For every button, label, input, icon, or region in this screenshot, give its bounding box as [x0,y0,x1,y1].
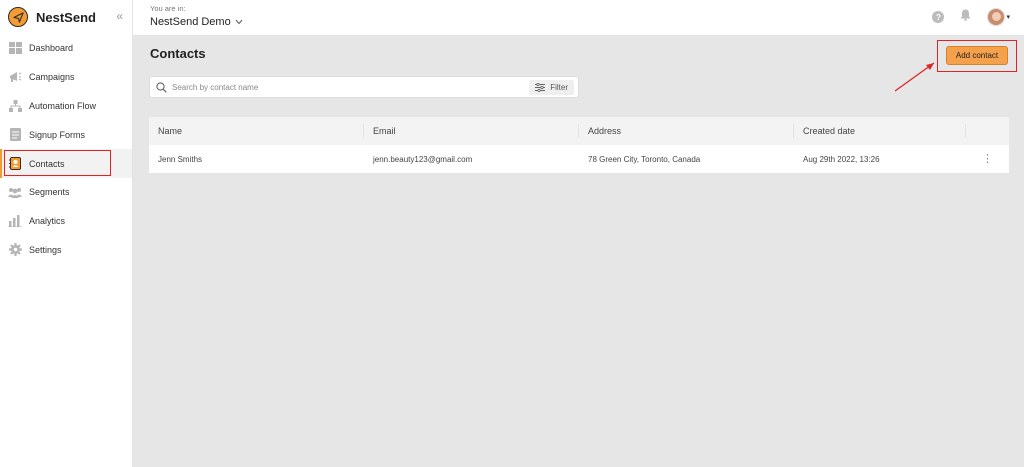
sidebar-item-label: Campaigns [29,72,75,83]
sidebar-item-automation-flow[interactable]: Automation Flow [0,92,132,121]
flow-icon [8,99,22,113]
user-menu[interactable]: ▾ [987,8,1010,26]
bell-icon[interactable] [960,8,971,26]
analytics-icon [8,214,22,228]
workspace-label: You are in: [150,4,186,13]
caret-down-icon: ▾ [1006,14,1010,21]
sidebar-nav: Dashboard Campaigns Automation Flow Sign… [0,34,132,264]
chevron-down-icon [235,18,243,27]
help-icon[interactable]: ? [932,11,945,23]
column-header-created-date[interactable]: Created date [793,124,965,138]
search-icon [156,81,168,93]
workspace-switcher[interactable]: NestSend Demo [150,16,243,28]
sidebar: NestSend « Dashboard Campaigns Automatio… [0,0,133,467]
megaphone-icon [8,70,22,84]
column-header-actions [965,124,1009,138]
sidebar-item-label: Segments [29,187,70,198]
search-input[interactable] [172,82,522,92]
filter-label: Filter [550,83,568,92]
table-header: Name Email Address Created date [149,117,1009,145]
cell-email: jenn.beauty123@gmail.com [373,154,473,164]
contacts-icon [8,157,22,171]
sidebar-item-settings[interactable]: Settings [0,236,132,265]
top-bar: You are in: NestSend Demo ? ▾ [133,0,1024,36]
filter-button[interactable]: Filter [529,80,574,95]
add-contact-button[interactable]: Add contact [946,46,1008,65]
sidebar-item-contacts[interactable]: Contacts [0,149,132,178]
more-vertical-icon[interactable]: ⋮ [982,153,993,165]
sidebar-item-signup-forms[interactable]: Signup Forms [0,120,132,149]
sidebar-item-analytics[interactable]: Analytics [0,207,132,236]
avatar [987,8,1006,26]
row-actions: ⋮ [965,145,1009,173]
sliders-icon [535,83,546,92]
form-icon [8,128,22,142]
workspace-name: NestSend Demo [150,16,231,28]
brand-name: NestSend [36,9,96,25]
sidebar-item-label: Analytics [29,216,66,227]
sidebar-item-label: Settings [29,244,62,255]
sidebar-item-segments[interactable]: Segments [0,178,132,207]
column-header-email[interactable]: Email [363,124,578,138]
cell-address: 78 Green City, Toronto, Canada [588,154,701,164]
cell-name: Jenn Smiths [158,154,203,164]
sidebar-item-campaigns[interactable]: Campaigns [0,63,132,92]
cell-created-date: Aug 29th 2022, 13:26 [803,154,880,164]
table-row[interactable]: Jenn Smiths jenn.beauty123@gmail.com 78 … [149,145,1009,173]
column-header-address[interactable]: Address [578,124,793,138]
sidebar-item-label: Contacts [29,158,65,169]
sidebar-item-label: Dashboard [29,43,74,54]
collapse-sidebar-icon[interactable]: « [116,9,123,23]
annotation-arrow [894,62,935,92]
segments-icon [8,185,22,199]
column-header-name[interactable]: Name [149,124,363,138]
sidebar-item-label: Automation Flow [29,100,97,111]
paper-plane-logo-icon [8,7,28,27]
dashboard-icon [8,41,22,55]
search-bar: Filter [149,76,579,98]
page-title: Contacts [150,46,206,61]
sidebar-item-label: Signup Forms [29,129,86,140]
contacts-table: Name Email Address Created date Jenn Smi… [149,117,1009,173]
top-bar-icons: ? ▾ [932,8,1010,26]
gear-icon [8,243,22,257]
brand: NestSend « [0,0,132,34]
sidebar-item-dashboard[interactable]: Dashboard [0,34,132,63]
